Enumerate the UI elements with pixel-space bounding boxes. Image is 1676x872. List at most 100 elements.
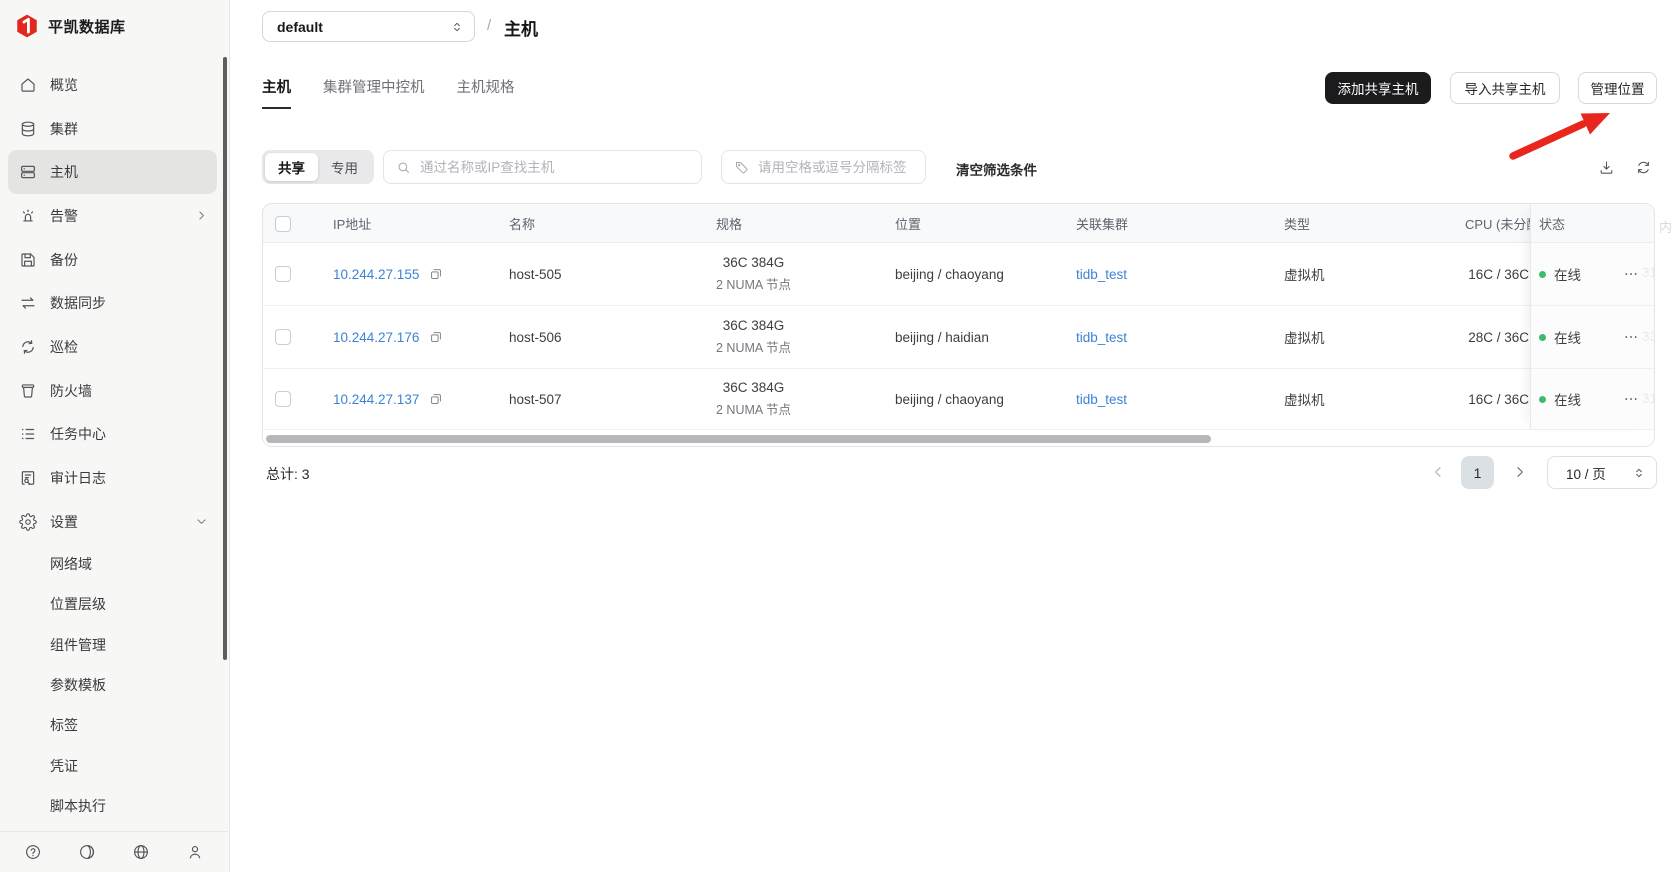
sidebar-item-inspection[interactable]: 巡检 bbox=[8, 325, 217, 369]
sidebar-item-clusters[interactable]: 集群 bbox=[8, 107, 217, 151]
sub-item-label: 标签 bbox=[50, 717, 78, 734]
cluster-link[interactable]: tidb_test bbox=[1076, 392, 1127, 407]
sidebar-item-firewall[interactable]: 防火墙 bbox=[8, 369, 217, 413]
sidebar-item-data-sync[interactable]: 数据同步 bbox=[8, 281, 217, 325]
sidebar-item-label: 主机 bbox=[50, 164, 78, 181]
online-status-dot bbox=[1539, 395, 1546, 403]
spec-line1: 36C 384G bbox=[722, 380, 785, 395]
spec-cell: 36C 384G 2 NUMA 节点 bbox=[716, 243, 791, 305]
prev-page-icon[interactable] bbox=[1430, 464, 1446, 480]
ip-link[interactable]: 10.244.27.155 bbox=[333, 267, 419, 282]
sidebar-item-tags[interactable]: 标签 bbox=[8, 705, 217, 745]
import-shared-host-button[interactable]: 导入共享主机 bbox=[1450, 72, 1560, 104]
row-actions-menu-icon[interactable] bbox=[1621, 389, 1641, 409]
spec-line2: 2 NUMA 节点 bbox=[716, 278, 792, 292]
type-cell: 虚拟机 bbox=[1284, 331, 1325, 346]
sidebar-item-settings[interactable]: 设置 bbox=[8, 500, 217, 544]
row-checkbox[interactable] bbox=[275, 369, 291, 429]
sidebar-item-location-hierarchy[interactable]: 位置层级 bbox=[8, 584, 217, 624]
refresh-icon[interactable] bbox=[1635, 159, 1652, 176]
cluster-cell: tidb_test bbox=[1076, 243, 1127, 305]
spec-line2: 2 NUMA 节点 bbox=[716, 403, 792, 417]
language-globe-icon[interactable] bbox=[132, 843, 150, 861]
sidebar-item-overview[interactable]: 概览 bbox=[8, 63, 217, 107]
checkbox[interactable] bbox=[275, 215, 291, 232]
sidebar-item-script-execution[interactable]: 脚本执行 bbox=[8, 786, 217, 826]
host-search-input[interactable] bbox=[420, 159, 689, 175]
toggle-shared[interactable]: 共享 bbox=[265, 153, 318, 181]
checkbox[interactable] bbox=[275, 266, 291, 282]
sidebar-item-network-domain[interactable]: 网络域 bbox=[8, 544, 217, 584]
host-search-box[interactable] bbox=[383, 150, 702, 184]
next-page-icon[interactable] bbox=[1512, 464, 1528, 480]
sidebar-item-backup[interactable]: 备份 bbox=[8, 238, 217, 282]
online-status-dot bbox=[1539, 333, 1546, 341]
hosts-table: IP地址 名称 规格 位置 关联集群 类型 CPU (未分配量) 10.244.… bbox=[262, 203, 1655, 447]
sidebar-item-hosts[interactable]: 主机 bbox=[8, 150, 217, 195]
sidebar-item-task-center[interactable]: 任务中心 bbox=[8, 413, 217, 457]
sidebar-scrollbar[interactable] bbox=[223, 57, 227, 660]
page-number-button[interactable]: 1 bbox=[1461, 456, 1494, 489]
sidebar-item-label: 备份 bbox=[50, 251, 78, 268]
tag-filter-box[interactable] bbox=[721, 150, 926, 184]
sidebar-item-label: 审计日志 bbox=[50, 470, 106, 487]
clear-filters-link[interactable]: 清空筛选条件 bbox=[956, 159, 1037, 179]
table-row: 10.244.27.155 host-505 36C 384G 2 NUMA 节… bbox=[263, 243, 1654, 305]
copy-icon[interactable] bbox=[429, 330, 443, 344]
row-actions-menu-icon[interactable] bbox=[1621, 327, 1641, 347]
row-checkbox[interactable] bbox=[275, 306, 291, 368]
table-header-row: IP地址 名称 规格 位置 关联集群 类型 CPU (未分配量) bbox=[263, 204, 1654, 243]
theme-moon-icon[interactable] bbox=[78, 843, 96, 861]
checkbox[interactable] bbox=[275, 329, 291, 345]
ip-cell: 10.244.27.155 bbox=[333, 243, 443, 305]
status-label: 在线 bbox=[1554, 393, 1581, 408]
tag-filter-input[interactable] bbox=[758, 159, 913, 175]
ip-link[interactable]: 10.244.27.176 bbox=[333, 330, 419, 345]
manage-location-button[interactable]: 管理位置 bbox=[1578, 72, 1657, 104]
cluster-link[interactable]: tidb_test bbox=[1076, 330, 1127, 345]
button-label: 管理位置 bbox=[1590, 82, 1645, 97]
sidebar-item-label: 集群 bbox=[50, 120, 78, 137]
tab-hosts[interactable]: 主机 bbox=[262, 76, 291, 109]
name-cell: host-505 bbox=[509, 266, 562, 282]
row-checkbox[interactable] bbox=[275, 243, 291, 305]
sidebar-item-label: 任务中心 bbox=[50, 426, 106, 443]
sidebar-item-alerts[interactable]: 告警 bbox=[8, 194, 217, 238]
scope-select[interactable]: default bbox=[262, 11, 475, 42]
sidebar-item-audit-logs[interactable]: 审计日志 bbox=[8, 456, 217, 500]
copy-icon[interactable] bbox=[429, 267, 443, 281]
page-size-select[interactable]: 10 / 页 bbox=[1547, 456, 1657, 489]
tab-host-specs[interactable]: 主机规格 bbox=[457, 76, 515, 109]
cluster-cell: tidb_test bbox=[1076, 306, 1127, 368]
toggle-dedicated[interactable]: 专用 bbox=[318, 153, 371, 181]
select-all-checkbox[interactable] bbox=[275, 204, 291, 243]
col-status: 状态 bbox=[1531, 204, 1654, 243]
sub-item-label: 网络域 bbox=[50, 555, 92, 572]
chevron-right-icon bbox=[195, 209, 208, 222]
help-icon[interactable] bbox=[24, 843, 42, 861]
sidebar-menu: 概览 集群 主机 告警 备份 数据同步 巡检 防火墙 任务中心 审计日志 设置 … bbox=[8, 63, 217, 826]
download-icon[interactable] bbox=[1598, 159, 1615, 176]
ip-cell: 10.244.27.176 bbox=[333, 306, 443, 368]
spec-cell: 36C 384G 2 NUMA 节点 bbox=[716, 369, 791, 429]
user-icon[interactable] bbox=[186, 843, 204, 861]
sub-item-label: 组件管理 bbox=[50, 636, 106, 653]
cpu-cell: 16C / 36C bbox=[1468, 391, 1529, 407]
ip-link[interactable]: 10.244.27.137 bbox=[333, 392, 419, 407]
task-list-icon bbox=[19, 425, 37, 443]
toggle-label: 专用 bbox=[331, 161, 358, 176]
sidebar-item-credentials[interactable]: 凭证 bbox=[8, 746, 217, 786]
checkbox[interactable] bbox=[275, 391, 291, 407]
col-cluster: 关联集群 bbox=[1076, 217, 1129, 232]
add-shared-host-button[interactable]: 添加共享主机 bbox=[1325, 72, 1431, 104]
copy-icon[interactable] bbox=[429, 392, 443, 406]
row-actions-menu-icon[interactable] bbox=[1621, 264, 1641, 284]
cluster-link[interactable]: tidb_test bbox=[1076, 267, 1127, 282]
home-icon bbox=[19, 76, 37, 94]
scrollbar-thumb[interactable] bbox=[266, 435, 1211, 443]
status-cell: 在线 bbox=[1531, 368, 1654, 429]
sidebar-item-component-management[interactable]: 组件管理 bbox=[8, 624, 217, 664]
sub-item-label: 参数模板 bbox=[50, 676, 106, 693]
sidebar-item-parameter-templates[interactable]: 参数模板 bbox=[8, 665, 217, 705]
tab-control-machines[interactable]: 集群管理中控机 bbox=[323, 76, 425, 109]
